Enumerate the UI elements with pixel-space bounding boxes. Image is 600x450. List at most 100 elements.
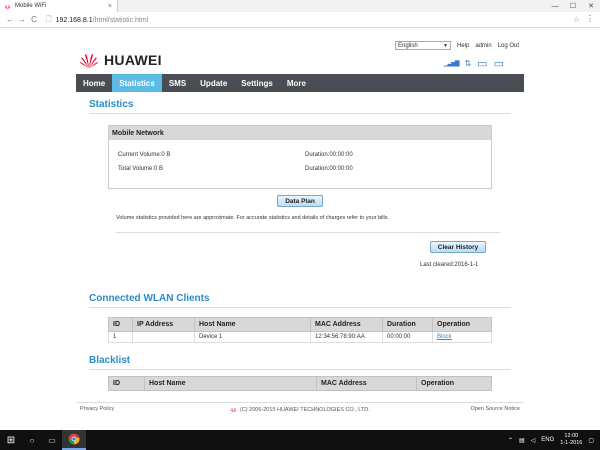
huawei-logo: HUAWEI	[78, 49, 162, 71]
cell-operation: Block	[432, 331, 492, 343]
address-bar: ← → C 🗋 192.168.8.1/html/statistic.html …	[0, 12, 600, 28]
network-icon[interactable]: ▤	[519, 437, 525, 444]
column-header: IP Address	[132, 317, 195, 332]
language-value: English	[398, 42, 418, 49]
nav-item-home[interactable]: Home	[76, 74, 112, 92]
divider	[116, 232, 500, 233]
block-link[interactable]: Block	[437, 334, 452, 340]
table-header-row: ID IP Address Host Name MAC Address Dura…	[108, 317, 492, 332]
help-link[interactable]: Help	[457, 43, 469, 49]
notifications-icon[interactable]: ▢	[588, 437, 594, 444]
cell-id: 1	[108, 331, 133, 343]
task-view-icon[interactable]: ▭	[42, 430, 62, 450]
page-info-icon[interactable]: 🗋	[46, 15, 52, 26]
mobile-network-panel: Mobile Network Current Volume:0 B Durati…	[108, 125, 492, 189]
window-close-icon[interactable]: ✕	[582, 0, 600, 12]
user-name: admin	[475, 42, 492, 49]
clock-date: 1-1-2016	[560, 440, 583, 446]
table-row: 1 Device 1 12:34:56:78:90:AA 00:00:00 Bl…	[108, 331, 492, 343]
clear-history-button[interactable]: Clear History	[430, 241, 486, 253]
taskbar: ⊞ ○ ▭ ⌃ ▤ ◁ ENG 12:00 1-1-2016 ▢	[0, 430, 600, 450]
signal-icon: ▁▃▅▇	[444, 61, 460, 67]
url-input[interactable]: 🗋 192.168.8.1/html/statistic.html	[46, 14, 566, 26]
column-header: Operation	[432, 317, 492, 332]
current-duration: Duration:00:00:00	[305, 152, 353, 158]
volume-icon[interactable]: ◁	[531, 437, 536, 444]
column-header: ID	[108, 376, 145, 391]
table-header-row: ID Host Name MAC Address Operation	[108, 376, 492, 391]
browser-menu-icon[interactable]: ⋮	[586, 14, 594, 23]
browser-tab[interactable]: Mobile WiFi ×	[0, 0, 118, 12]
last-cleared: Last cleared:2016-1-1	[420, 262, 479, 268]
tab-close-icon[interactable]: ×	[108, 3, 112, 10]
huawei-logo-icon	[79, 54, 99, 69]
maximize-icon[interactable]: ☐	[564, 0, 582, 12]
cell-ip	[132, 331, 195, 343]
column-header: MAC Address	[316, 376, 417, 391]
total-duration: Duration:00:00:00	[305, 166, 353, 172]
privacy-policy-link[interactable]: Privacy Policy	[80, 406, 114, 412]
tray-up-icon[interactable]: ⌃	[508, 437, 513, 444]
nav-item-more[interactable]: More	[280, 74, 313, 92]
panel-title: Mobile Network	[109, 126, 491, 140]
column-header: Operation	[416, 376, 492, 391]
web-page: English ▼ Help admin Log Out HUAWEI ▁▃▅▇…	[0, 29, 600, 430]
logout-link[interactable]: Log Out	[498, 43, 519, 49]
search-icon[interactable]: ○	[22, 430, 42, 450]
brand-name: HUAWEI	[104, 52, 162, 68]
volume-note: Volume statistics provided here are appr…	[116, 215, 389, 221]
language-indicator[interactable]: ENG	[541, 437, 554, 443]
copyright-text: (C) 2006-2015 HUAWEI TECHNOLOGIES CO., L…	[240, 406, 370, 413]
device-status-icons: ▁▃▅▇ ⇅ ▭ ▭	[444, 57, 504, 70]
column-header: MAC Address	[310, 317, 383, 332]
divider	[89, 307, 511, 308]
battery-icon: ▭	[493, 58, 504, 70]
browser-tab-bar: Mobile WiFi × — ☐ ✕	[0, 0, 600, 12]
clock[interactable]: 12:00 1-1-2016	[560, 433, 582, 447]
start-icon[interactable]: ⊞	[0, 430, 22, 450]
minimize-icon[interactable]: —	[546, 0, 564, 12]
huawei-favicon-icon	[4, 4, 11, 9]
main-nav: Home Statistics SMS Update Settings More	[76, 74, 524, 92]
bookmark-star-icon[interactable]: ☆	[573, 15, 580, 24]
monitor-icon: ▭	[477, 58, 488, 70]
language-select[interactable]: English ▼	[395, 41, 451, 50]
blacklist-table: ID Host Name MAC Address Operation	[108, 376, 492, 391]
chevron-down-icon: ▼	[443, 42, 448, 49]
total-volume: Total Volume:0 B	[118, 166, 164, 172]
current-volume: Current Volume:0 B	[118, 152, 171, 158]
reload-icon[interactable]: C	[28, 15, 40, 24]
column-header: Host Name	[194, 317, 311, 332]
page-title: Statistics	[89, 99, 134, 110]
wlan-section-title: Connected WLAN Clients	[89, 293, 210, 304]
wlan-clients-table: ID IP Address Host Name MAC Address Dura…	[108, 317, 492, 343]
browser-tab-title: Mobile WiFi	[15, 3, 47, 9]
data-plan-button[interactable]: Data Plan	[277, 195, 323, 207]
cell-host: Device 1	[194, 331, 311, 343]
nav-item-settings[interactable]: Settings	[234, 74, 280, 92]
top-links: English ▼ Help admin Log Out	[395, 41, 519, 50]
nav-item-statistics[interactable]: Statistics	[112, 74, 162, 92]
clock-time: 12:00	[564, 433, 579, 439]
divider	[89, 369, 511, 370]
nav-item-update[interactable]: Update	[193, 74, 234, 92]
nav-item-sms[interactable]: SMS	[162, 74, 193, 92]
forward-icon[interactable]: →	[16, 15, 28, 24]
url-host: 192.168.8.1	[55, 16, 93, 24]
page-footer: Privacy Policy (C) 2006-2015 HUAWEI TECH…	[76, 402, 524, 414]
column-header: ID	[108, 317, 133, 332]
blacklist-section-title: Blacklist	[89, 355, 131, 366]
back-icon[interactable]: ←	[4, 15, 16, 24]
cell-mac: 12:34:56:78:90:AA	[310, 331, 383, 343]
divider	[89, 113, 511, 114]
copyright: (C) 2006-2015 HUAWEI TECHNOLOGIES CO., L…	[230, 406, 370, 413]
column-header: Host Name	[144, 376, 317, 391]
system-tray: ⌃ ▤ ◁ ENG 12:00 1-1-2016 ▢	[508, 430, 594, 450]
chrome-taskbar-icon[interactable]	[62, 430, 86, 450]
window-controls: — ☐ ✕	[546, 0, 600, 12]
data-transfer-icon: ⇅	[464, 59, 472, 68]
chrome-icon	[68, 433, 80, 445]
huawei-small-logo-icon	[230, 407, 237, 413]
column-header: Duration	[382, 317, 433, 332]
open-source-link[interactable]: Open Source Notice	[470, 406, 520, 412]
